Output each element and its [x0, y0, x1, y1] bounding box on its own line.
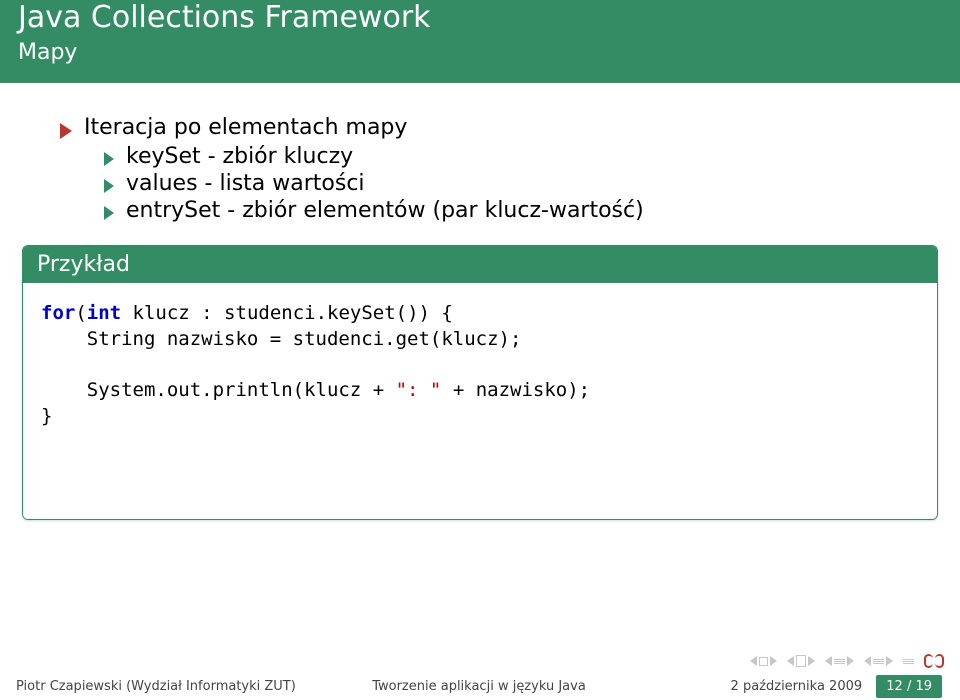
code-keyword: int — [87, 302, 121, 324]
footer-page: 12 / 19 — [876, 675, 942, 698]
bullet-icon — [104, 206, 114, 220]
lines-icon — [873, 659, 884, 664]
code-text: String nazwisko = studenci.get(klucz); — [41, 328, 521, 350]
triangle-left-icon — [825, 656, 832, 666]
footer-right: 2 października 2009 12 / 19 — [633, 675, 960, 698]
code-text: klucz : studenci.keySet()) { — [121, 302, 453, 324]
slide-footer: Piotr Czapiewski (Wydział Informatyki ZU… — [0, 672, 960, 700]
footer-date: 2 października 2009 — [731, 679, 863, 694]
subbullet-item: keySet - zbiór kluczy — [104, 144, 924, 169]
footer-title: Tworzenie aplikacji w języku Java — [325, 679, 634, 694]
nav-prev-section[interactable] — [750, 656, 777, 666]
triangle-left-icon — [787, 656, 794, 666]
subbullet-item: entrySet - zbiór elementów (par klucz-wa… — [104, 198, 924, 223]
triangle-left-icon — [750, 656, 757, 666]
slide-subtitle: Mapy — [18, 40, 942, 65]
triangle-right-icon — [886, 656, 893, 666]
square-icon — [759, 657, 768, 666]
slide-title: Java Collections Framework — [18, 0, 942, 36]
code-string: ": " — [396, 379, 442, 401]
undo-arc-icon — [924, 654, 933, 668]
bullet-text: Iteracja po elementach mapy — [84, 115, 407, 140]
bullet-item: Iteracja po elementach mapy — [60, 115, 924, 140]
nav-prev-slide[interactable] — [787, 655, 815, 667]
redo-arc-icon — [935, 654, 944, 668]
bullet-text: keySet - zbiór kluczy — [126, 144, 353, 169]
triangle-left-icon — [864, 656, 871, 666]
slide-body: Iteracja po elementach mapy keySet - zbi… — [0, 83, 960, 223]
bullet-icon — [104, 152, 114, 166]
bullet-text: values - lista wartości — [126, 171, 365, 196]
triangle-right-icon — [808, 656, 815, 666]
triangle-right-icon — [770, 656, 777, 666]
code-text: ( — [75, 302, 86, 324]
triangle-right-icon — [847, 656, 854, 666]
bullet-icon — [104, 179, 114, 193]
toc-icon[interactable] — [903, 659, 914, 664]
code-body: for(int klucz : studenci.keySet()) { Str… — [23, 283, 937, 519]
nav-refresh[interactable] — [924, 654, 944, 668]
code-text: System.out.println(klucz + — [41, 379, 396, 401]
bullet-icon — [60, 123, 72, 139]
code-text: + nazwisko); — [441, 379, 590, 401]
footer-author: Piotr Czapiewski (Wydział Informatyki ZU… — [0, 679, 325, 694]
nav-next-sub[interactable] — [864, 656, 893, 666]
example-block-title: Przykład — [23, 246, 937, 283]
subbullet-item: values - lista wartości — [104, 171, 924, 196]
page-icon — [796, 655, 806, 667]
nav-controls — [750, 654, 944, 668]
code-text: } — [41, 405, 52, 427]
slide-header: Java Collections Framework Mapy — [0, 0, 960, 83]
lines-icon — [834, 659, 845, 664]
nav-prev-sub[interactable] — [825, 656, 854, 666]
code-keyword: for — [41, 302, 75, 324]
example-block: Przykład for(int klucz : studenci.keySet… — [22, 245, 938, 520]
bullet-text: entrySet - zbiór elementów (par klucz-wa… — [126, 198, 644, 223]
